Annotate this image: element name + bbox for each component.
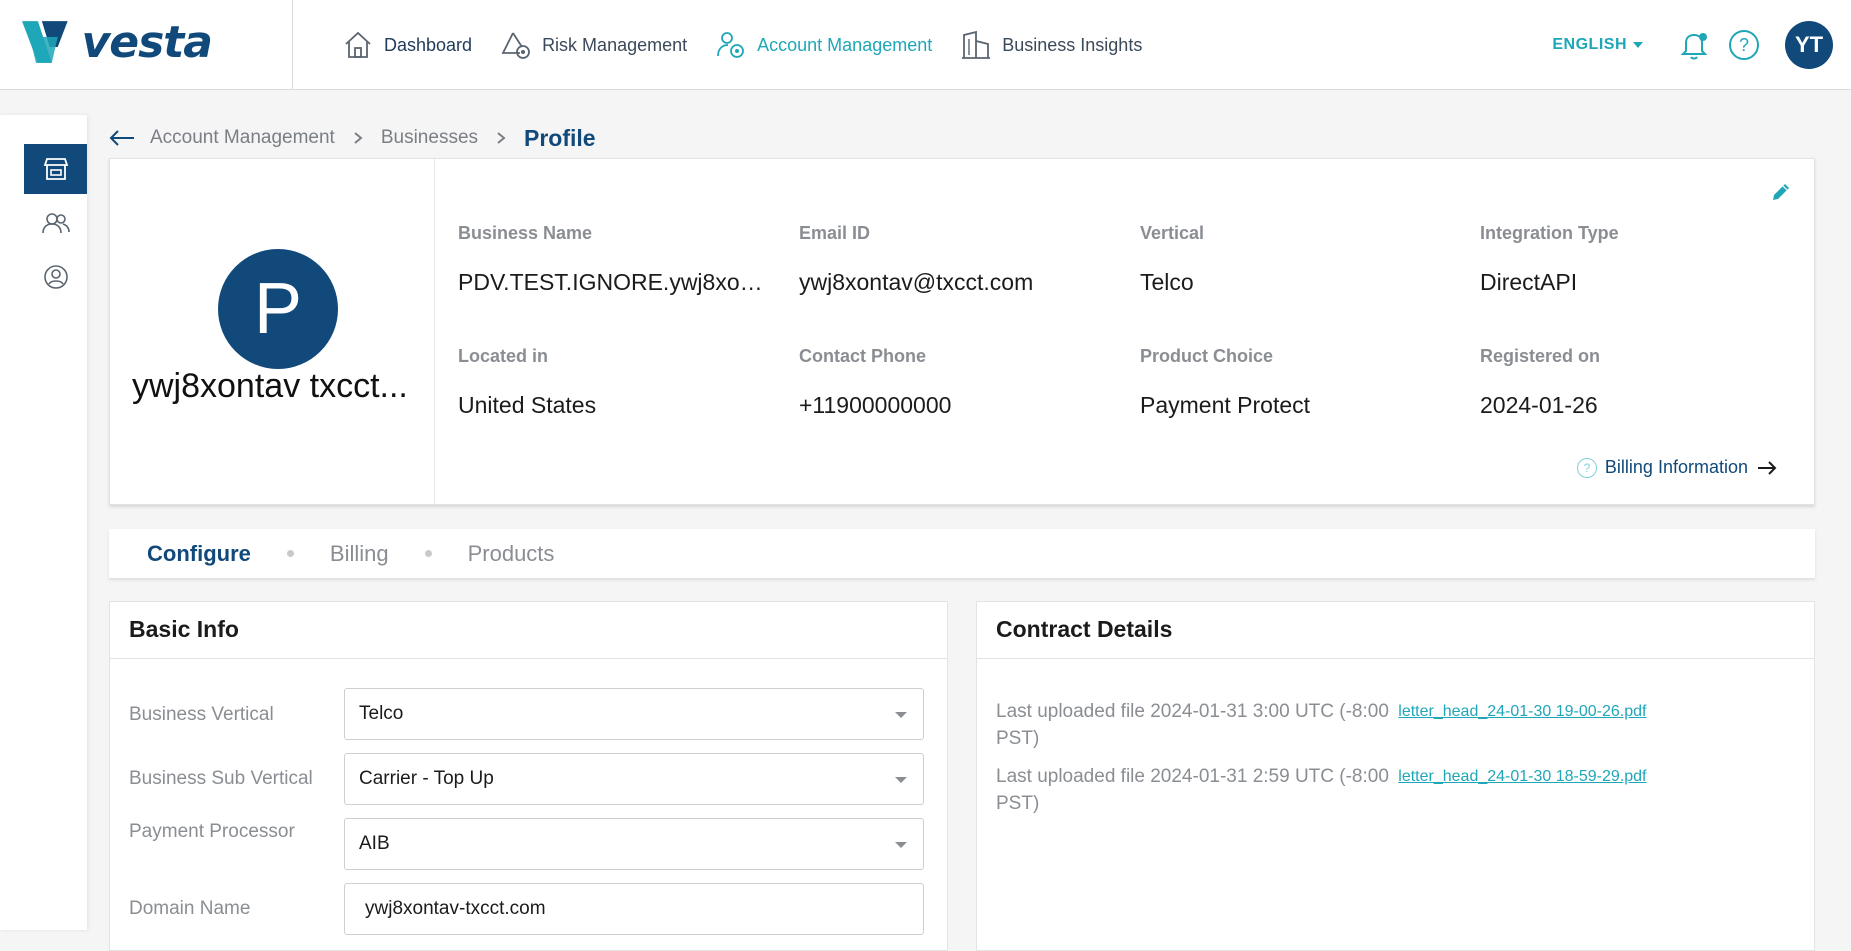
located-in-label: Located in [458,346,549,366]
business-name-value: PDV.TEST.IGNORE.ywj8xon... [458,269,768,295]
business-display-name: ywj8xontav txcct... [132,367,408,405]
contract-file-link[interactable]: letter_head_24-01-30 18-59-29.pdf [1398,763,1646,790]
registered-on-label: Registered on [1480,346,1601,366]
arrow-right-icon [1758,460,1777,475]
basic-info-title: Basic Info [110,602,947,659]
dropdown-arrow-icon [895,842,907,848]
language-selector[interactable]: ENGLISH [1552,36,1643,54]
breadcrumb: Account Management Businesses Profile [108,123,596,153]
integration-type-label: Integration Type [1480,223,1619,243]
language-label: ENGLISH [1552,36,1627,53]
email-value: ywj8xontav@txcct.com [799,269,1034,295]
contract-file-link[interactable]: letter_head_24-01-30 19-00-26.pdf [1398,698,1646,725]
pencil-icon [1773,184,1789,200]
billing-information-link[interactable]: ? Billing Information [1576,457,1778,478]
notifications-button[interactable] [1679,29,1709,61]
basic-info-panel: Basic Info Business Vertical Telco Busin… [109,601,948,951]
nav-dashboard[interactable]: Dashboard [342,29,472,61]
rail-businesses[interactable] [24,144,87,194]
home-icon [345,31,371,58]
edit-profile-button[interactable] [1770,181,1792,208]
integration-type-value: DirectAPI [1480,269,1578,295]
contract-details-panel: Contract Details Last uploaded file 2024… [976,601,1815,951]
vesta-logo-mark-icon [22,21,68,63]
breadcrumb-businesses[interactable]: Businesses [381,127,478,149]
business-sub-vertical-select[interactable]: Carrier - Top Up [344,753,924,805]
email-label: Email ID [799,223,871,243]
nav-account-management-label: Account Management [757,34,933,55]
contact-phone-label: Contact Phone [799,346,927,366]
user-circle-icon [43,265,68,289]
arrow-left-icon [109,130,134,146]
nav-account-management[interactable]: Account Management [715,29,932,61]
breadcrumb-current-page: Profile [524,124,596,151]
business-sub-vertical-value: Carrier - Top Up [359,768,494,789]
profile-identity: P ywj8xontav txcct... [110,159,435,504]
nav-business-insights[interactable]: Business Insights [960,29,1142,61]
contact-phone-value: +11900000000 [799,392,952,418]
nav-risk-management-label: Risk Management [542,34,688,55]
contract-file-row: Last uploaded file 2024-01-31 3:00 UTC (… [996,698,1796,752]
bell-icon [1680,33,1708,60]
account-gear-icon [717,32,745,58]
help-icon[interactable]: ? [1729,30,1759,60]
payment-processor-label: Payment Processor [129,821,295,842]
billing-information-label: Billing Information [1604,457,1748,477]
business-vertical-label: Business Vertical [129,704,274,725]
contract-file-upload-text: Last uploaded file 2024-01-31 3:00 UTC (… [996,701,1389,749]
tab-configure[interactable]: Configure [147,541,251,567]
payment-processor-value: AIB [359,833,390,854]
nav-risk-management[interactable]: Risk Management [500,29,687,61]
rail-users[interactable] [24,198,87,248]
nav-business-insights-label: Business Insights [1002,34,1143,55]
caret-down-icon [1633,42,1643,48]
rail-profile[interactable] [24,252,87,302]
users-icon [41,213,70,234]
domain-name-label: Domain Name [129,898,251,919]
vesta-logo[interactable]: vesta [22,14,213,70]
tab-separator [424,550,432,557]
buildings-icon [962,30,991,59]
dropdown-arrow-icon [895,777,907,783]
business-sub-vertical-label: Business Sub Vertical [129,768,313,789]
business-name-label: Business Name [458,223,593,243]
tab-separator [286,550,294,557]
business-profile-card: P ywj8xontav txcct... Business Name PDV.… [109,158,1815,505]
top-right-controls: ENGLISH ? YT [1552,0,1833,90]
vertical-value: Telco [1140,269,1194,295]
top-navigation-bar: vesta Dashboard Risk Management Account … [0,0,1851,90]
business-vertical-value: Telco [359,703,404,724]
side-rail [0,115,87,930]
registered-on-value: 2024-01-26 [1480,392,1598,418]
contract-details-title: Contract Details [977,602,1814,659]
business-avatar: P [218,249,338,369]
user-avatar[interactable]: YT [1785,21,1833,69]
domain-name-value: ywj8xontav-txcct.com [365,898,546,919]
chevron-right-icon [353,131,363,145]
contract-file-row: Last uploaded file 2024-01-31 2:59 UTC (… [996,763,1796,817]
tab-products[interactable]: Products [468,541,555,567]
back-button[interactable] [108,129,136,147]
product-choice-label: Product Choice [1140,346,1274,366]
dropdown-arrow-icon [895,712,907,718]
contract-file-upload-text: Last uploaded file 2024-01-31 2:59 UTC (… [996,766,1389,814]
located-in-value: United States [458,392,597,418]
logo-divider [292,0,293,90]
profile-tabs: Configure Billing Products [109,529,1815,578]
domain-name-input[interactable]: ywj8xontav-txcct.com [344,883,924,935]
breadcrumb-account-management[interactable]: Account Management [150,127,335,149]
main-nav: Dashboard Risk Management Account Manage… [342,0,1142,90]
vertical-label: Vertical [1140,223,1205,243]
store-icon [43,158,68,180]
business-vertical-select[interactable]: Telco [344,688,924,740]
payment-processor-select[interactable]: AIB [344,818,924,870]
product-choice-value: Payment Protect [1140,392,1311,418]
vesta-logo-text: vesta [81,16,213,68]
tab-billing[interactable]: Billing [330,541,389,567]
chevron-right-icon [496,131,506,145]
nav-dashboard-label: Dashboard [384,34,473,55]
risk-shield-icon [501,32,530,59]
question-circle-icon: ? [1576,457,1597,478]
